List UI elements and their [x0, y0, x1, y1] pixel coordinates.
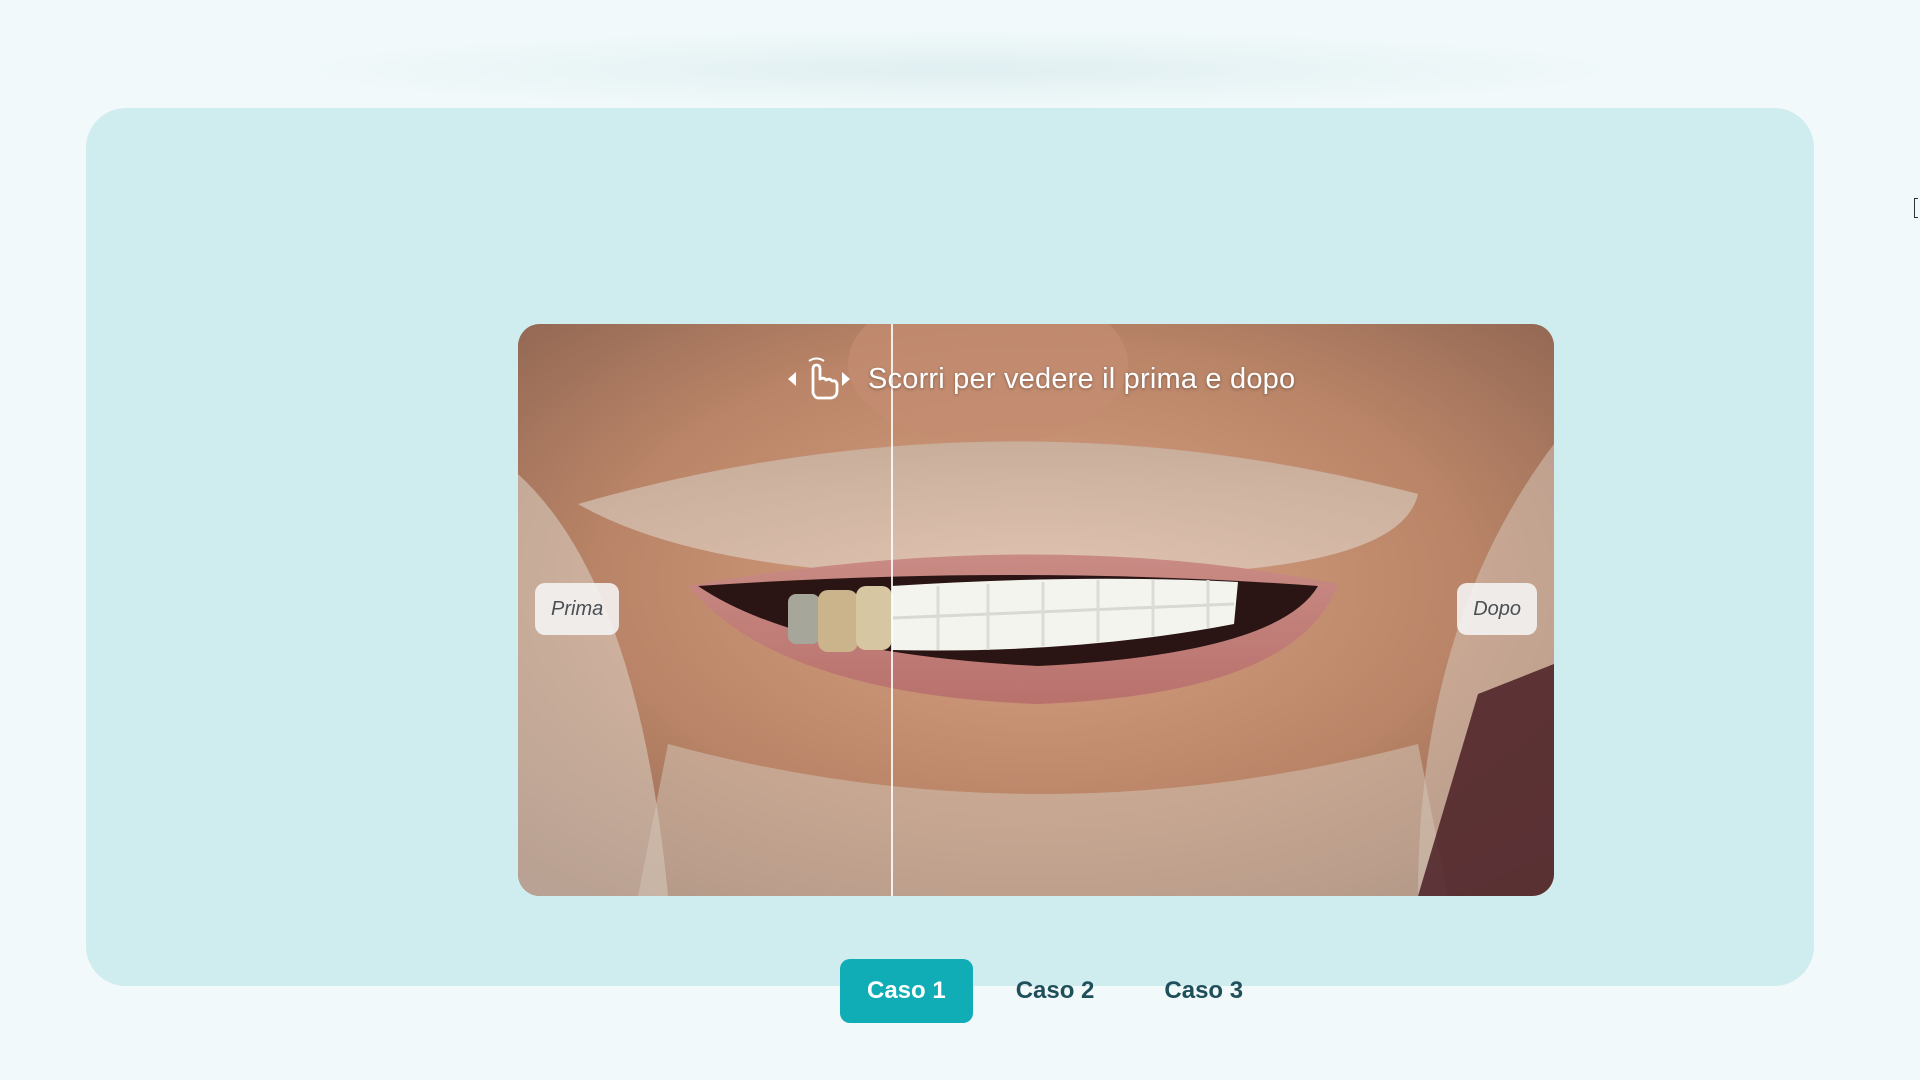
smile-photo	[518, 324, 1554, 896]
slider-divider[interactable]	[890, 324, 893, 896]
before-after-card: Scorri per vedere il prima e dopo Prima …	[86, 108, 1814, 1023]
drag-hand-icon	[780, 357, 858, 401]
tab-caso-3[interactable]: Caso 3	[1137, 959, 1270, 1023]
page: Scorri per vedere il prima e dopo Prima …	[0, 0, 1920, 1080]
top-haze	[300, 30, 1620, 110]
before-label: Prima	[535, 583, 620, 635]
drag-hint: Scorri per vedere il prima e dopo	[780, 354, 1295, 404]
tab-caso-2[interactable]: Caso 2	[989, 959, 1122, 1023]
case-tabs: Caso 1 Caso 2 Caso 3	[840, 959, 1286, 1023]
drag-hint-text: Scorri per vedere il prima e dopo	[868, 362, 1296, 395]
tab-caso-1[interactable]: Caso 1	[840, 959, 973, 1023]
after-label: Dopo	[1457, 583, 1537, 635]
before-after-slider[interactable]: Scorri per vedere il prima e dopo Prima …	[518, 324, 1554, 896]
text-cursor-icon	[1914, 198, 1918, 218]
